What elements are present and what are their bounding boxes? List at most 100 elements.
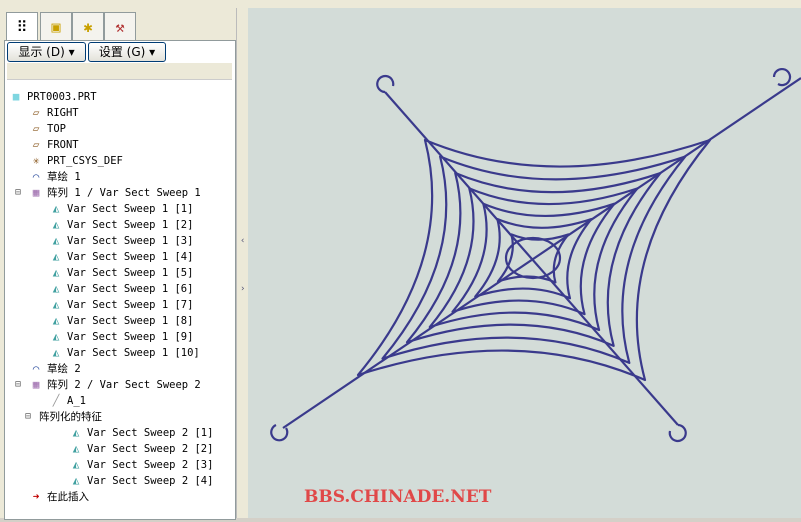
layers-tab[interactable]: ▣ <box>40 12 72 41</box>
tree-item-label: 草绘 1 <box>47 171 81 183</box>
tree-item[interactable]: ◭ Var Sect Sweep 2 [3] <box>69 457 214 473</box>
tree-item[interactable]: ■ PRT0003.PRT <box>9 89 97 105</box>
tree-item[interactable]: ▱ RIGHT <box>29 105 79 121</box>
sweep-icon: ◭ <box>52 234 60 247</box>
tools-tab[interactable]: ⚒ <box>104 12 136 41</box>
tree-item-label: Var Sect Sweep 1 [10] <box>67 347 200 359</box>
datum-plane-icon: ▱ <box>32 106 40 119</box>
settings-dropdown[interactable]: 设置 (G) ▾ <box>88 42 166 62</box>
favorites-tab[interactable]: ✱ <box>72 12 104 41</box>
model-tree-panel: 显示 (D) ▾ 设置 (G) ▾ ■ PRT0003.PRT ▱ RIGHT ▱ TOP… <box>4 40 236 520</box>
show-dropdown[interactable]: 显示 (D) ▾ <box>7 42 86 62</box>
end-hook <box>376 74 395 94</box>
model-geometry <box>270 68 801 443</box>
collapse-toggle-icon[interactable]: ⊟ <box>15 185 21 201</box>
sweep-icon: ◭ <box>52 250 60 263</box>
tree-item-label: Var Sect Sweep 1 [5] <box>67 267 194 279</box>
tree-item-label: Var Sect Sweep 1 [9] <box>67 331 194 343</box>
sweep-icon: ◭ <box>72 474 80 487</box>
tree-item-label: RIGHT <box>47 107 79 119</box>
tree-item[interactable]: ◭ Var Sect Sweep 1 [10] <box>49 345 200 361</box>
sweep-icon: ◭ <box>72 426 80 439</box>
tree-item-label: Var Sect Sweep 2 [3] <box>87 459 214 471</box>
tree-item[interactable]: ⊟ ▦ 阵列 2 / Var Sect Sweep 2 <box>15 377 201 393</box>
diagonal-sweep-1 <box>384 91 679 426</box>
sweep-icon: ◭ <box>52 218 60 231</box>
sweep-icon: ◭ <box>52 202 60 215</box>
tree-item[interactable]: ◭ Var Sect Sweep 1 [3] <box>49 233 194 249</box>
sweep-icon: ◭ <box>52 266 60 279</box>
part-icon: ■ <box>12 90 20 103</box>
sweep-icon: ◭ <box>52 330 60 343</box>
tree-item[interactable]: ▱ TOP <box>29 121 66 137</box>
sweep-icon: ◭ <box>52 282 60 295</box>
tree-item-label: Var Sect Sweep 1 [7] <box>67 299 194 311</box>
tree-item[interactable]: ✳ PRT_CSYS_DEF <box>29 153 123 169</box>
tree-item-label: Var Sect Sweep 2 [4] <box>87 475 214 487</box>
tree-item[interactable]: ▱ FRONT <box>29 137 79 153</box>
tree-item-label: PRT_CSYS_DEF <box>47 155 123 167</box>
tools-folder-icon: ⚒ <box>115 18 125 36</box>
tree-item[interactable]: ◭ Var Sect Sweep 1 [8] <box>49 313 194 329</box>
insert-arrow-icon: ➜ <box>32 490 40 503</box>
end-hook <box>668 423 687 443</box>
tree-item-label: 阵列化的特征 <box>39 411 102 423</box>
tree-item[interactable]: ◭ Var Sect Sweep 1 [5] <box>49 265 194 281</box>
tree-item[interactable]: ◭ Var Sect Sweep 1 [7] <box>49 297 194 313</box>
tree-item-label: Var Sect Sweep 2 [1] <box>87 427 214 439</box>
datum-plane-icon: ▱ <box>32 138 40 151</box>
tree-item-label: PRT0003.PRT <box>27 91 97 103</box>
collapse-toggle-icon[interactable]: ⊟ <box>25 409 31 425</box>
collapse-arrow-icon[interactable]: ‹ <box>240 236 245 246</box>
csys-icon: ✳ <box>32 154 40 167</box>
tree-item-label: Var Sect Sweep 1 [6] <box>67 283 194 295</box>
tree-item[interactable]: ➜ 在此插入 <box>29 489 89 505</box>
tree-item-label: 阵列 2 / Var Sect Sweep 2 <box>47 379 201 391</box>
layers-icon: ▣ <box>51 18 61 36</box>
end-hook <box>772 68 792 87</box>
tree-item[interactable]: ◭ Var Sect Sweep 1 [4] <box>49 249 194 265</box>
axis-icon: ╱ <box>52 394 60 407</box>
tree-item[interactable]: ╱ A_1 <box>49 393 86 409</box>
tree-item[interactable]: ◭ Var Sect Sweep 2 [4] <box>69 473 214 489</box>
watermark: BBS.CHINADE.NET <box>304 487 492 507</box>
tree-item[interactable]: ⌒ 草绘 2 <box>29 361 81 377</box>
tree-item[interactable]: ◭ Var Sect Sweep 1 [9] <box>49 329 194 345</box>
sweep-icon: ◭ <box>52 298 60 311</box>
tree-item-label: Var Sect Sweep 1 [1] <box>67 203 194 215</box>
sweep-icon: ◭ <box>52 346 60 359</box>
tree-item[interactable]: ◭ Var Sect Sweep 1 [6] <box>49 281 194 297</box>
tree-item[interactable]: ⊟ ▦ 阵列 1 / Var Sect Sweep 1 <box>15 185 201 201</box>
diagonal-sweep-2 <box>282 77 801 429</box>
pattern-icon: ▦ <box>32 378 40 391</box>
sweep-icon: ◭ <box>72 442 80 455</box>
model-tree-tab[interactable]: ⠿ <box>6 12 38 42</box>
tree-header <box>7 63 232 80</box>
tree-item-label: TOP <box>47 123 66 135</box>
tree-item[interactable]: ◭ Var Sect Sweep 2 [2] <box>69 441 214 457</box>
tree-item-label: 草绘 2 <box>47 363 81 375</box>
expand-arrow-icon[interactable]: › <box>240 284 245 294</box>
datum-plane-icon: ▱ <box>32 122 40 135</box>
tree-item-label: 阵列 1 / Var Sect Sweep 1 <box>47 187 201 199</box>
tree-item-label: Var Sect Sweep 1 [2] <box>67 219 194 231</box>
tree-item-label: FRONT <box>47 139 79 151</box>
tree-item-label: 在此插入 <box>47 491 89 503</box>
tree-item[interactable]: ⌒ 草绘 1 <box>29 169 81 185</box>
tree-item-label: A_1 <box>67 395 86 407</box>
tree-item-label: Var Sect Sweep 1 [3] <box>67 235 194 247</box>
tree-item[interactable]: ◭ Var Sect Sweep 1 [1] <box>49 201 194 217</box>
tree-item[interactable]: ◭ Var Sect Sweep 2 [1] <box>69 425 214 441</box>
sketch-icon: ⌒ <box>32 362 40 375</box>
sweep-icon: ◭ <box>72 458 80 471</box>
navigator-panel: ⠿ ▣ ✱ ⚒ 显示 (D) ▾ 设置 (G) ▾ ■ PRT0003.PRT ▱ R… <box>0 8 236 520</box>
tree-item[interactable]: ⊟ 阵列化的特征 <box>25 409 102 425</box>
sketch-icon: ⌒ <box>32 170 40 183</box>
collapse-toggle-icon[interactable]: ⊟ <box>15 377 21 393</box>
tree-item-label: Var Sect Sweep 1 [8] <box>67 315 194 327</box>
graphics-window[interactable] <box>248 8 801 518</box>
tree-item-label: Var Sect Sweep 1 [4] <box>67 251 194 263</box>
sweep-icon: ◭ <box>52 314 60 327</box>
tree-item[interactable]: ◭ Var Sect Sweep 1 [2] <box>49 217 194 233</box>
model-tree-icon: ⠿ <box>16 18 28 36</box>
